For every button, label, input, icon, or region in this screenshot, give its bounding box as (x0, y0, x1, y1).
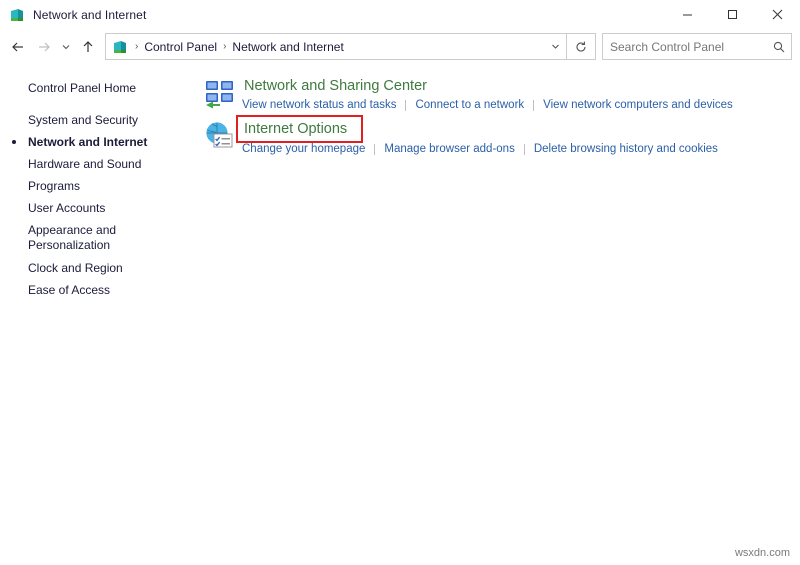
link-connect-to-a-network[interactable]: Connect to a network (415, 99, 524, 111)
network-folder-icon (9, 7, 25, 23)
back-button[interactable] (5, 34, 31, 60)
window-titlebar: Network and Internet (0, 0, 800, 30)
sidebar-item-system-and-security[interactable]: System and Security (0, 109, 200, 131)
network-sharing-center-icon (204, 75, 242, 111)
category-body: Network and Sharing Center View network … (242, 75, 800, 111)
close-button[interactable] (755, 0, 800, 29)
window-controls (665, 0, 800, 29)
content-area: Control Panel Home System and Security N… (0, 63, 800, 565)
breadcrumb-separator-0: › (135, 41, 139, 52)
up-button[interactable] (75, 34, 101, 60)
breadcrumb-separator-1: › (223, 41, 227, 52)
watermark: wsxdn.com (734, 547, 790, 559)
category-links: Change your homepage Manage browser add-… (242, 143, 800, 155)
sidebar-item-label: Control Panel Home (28, 81, 137, 95)
sidebar-item-label: Programs (28, 179, 81, 193)
recent-locations-button[interactable] (57, 34, 75, 60)
sidebar-item-label: Hardware and Sound (28, 157, 142, 171)
link-change-your-homepage[interactable]: Change your homepage (242, 143, 365, 155)
category-title-internet-options[interactable]: Internet Options (235, 115, 364, 143)
main-panel: Network and Sharing Center View network … (200, 63, 800, 565)
sidebar-item-ease-of-access[interactable]: Ease of Access (0, 279, 200, 301)
breadcrumb-item-control-panel[interactable]: Control Panel (141, 40, 220, 54)
sidebar-item-control-panel-home[interactable]: Control Panel Home (0, 77, 200, 99)
sidebar: Control Panel Home System and Security N… (0, 63, 200, 565)
sidebar-item-label: Clock and Region (28, 261, 123, 275)
sidebar-item-clock-and-region[interactable]: Clock and Region (0, 257, 200, 279)
sidebar-item-user-accounts[interactable]: User Accounts (0, 197, 200, 219)
address-bar[interactable]: › Control Panel › Network and Internet (105, 33, 567, 60)
breadcrumb-item-network-and-internet[interactable]: Network and Internet (229, 40, 346, 54)
search-box[interactable]: Search Control Panel (602, 33, 792, 60)
link-view-network-computers-and-devices[interactable]: View network computers and devices (543, 99, 733, 111)
category-network-and-sharing-center: Network and Sharing Center View network … (200, 75, 800, 111)
minimize-button[interactable] (665, 0, 710, 29)
sidebar-item-label: User Accounts (28, 201, 106, 215)
refresh-button[interactable] (567, 33, 596, 60)
search-icon[interactable] (767, 40, 791, 54)
sidebar-item-programs[interactable]: Programs (0, 175, 200, 197)
link-view-network-status-and-tasks[interactable]: View network status and tasks (242, 99, 396, 111)
category-title-network-and-sharing-center[interactable]: Network and Sharing Center (242, 75, 429, 97)
breadcrumb: › Control Panel › Network and Internet (132, 40, 544, 54)
sidebar-item-network-and-internet[interactable]: Network and Internet (0, 131, 200, 153)
category-body: Internet Options Change your homepage Ma… (235, 115, 800, 155)
sidebar-item-label: Appearance and Personalization (28, 223, 117, 252)
navigation-toolbar: › Control Panel › Network and Internet S… (0, 30, 800, 63)
sidebar-item-appearance-and-personalization[interactable]: Appearance and Personalization (0, 219, 148, 257)
sidebar-item-label: Network and Internet (28, 135, 148, 149)
internet-options-icon (204, 117, 242, 155)
category-internet-options: Internet Options Change your homepage Ma… (200, 115, 800, 155)
sidebar-item-label: Ease of Access (28, 283, 111, 297)
sidebar-item-label: System and Security (28, 113, 139, 127)
forward-button[interactable] (31, 34, 57, 60)
link-separator (405, 99, 407, 111)
link-separator (374, 143, 376, 155)
maximize-button[interactable] (710, 0, 755, 29)
search-input[interactable]: Search Control Panel (603, 40, 767, 54)
link-delete-browsing-history-and-cookies[interactable]: Delete browsing history and cookies (534, 143, 718, 155)
titlebar-left-group: Network and Internet (0, 7, 146, 23)
link-separator (533, 99, 535, 111)
window-title: Network and Internet (33, 7, 147, 22)
sidebar-item-hardware-and-sound[interactable]: Hardware and Sound (0, 153, 200, 175)
address-dropdown-chevron-down-icon[interactable] (544, 35, 566, 58)
breadcrumb-network-folder-icon (106, 39, 132, 55)
category-links: View network status and tasks Connect to… (242, 99, 800, 111)
link-separator (523, 143, 525, 155)
link-manage-browser-add-ons[interactable]: Manage browser add-ons (384, 143, 514, 155)
